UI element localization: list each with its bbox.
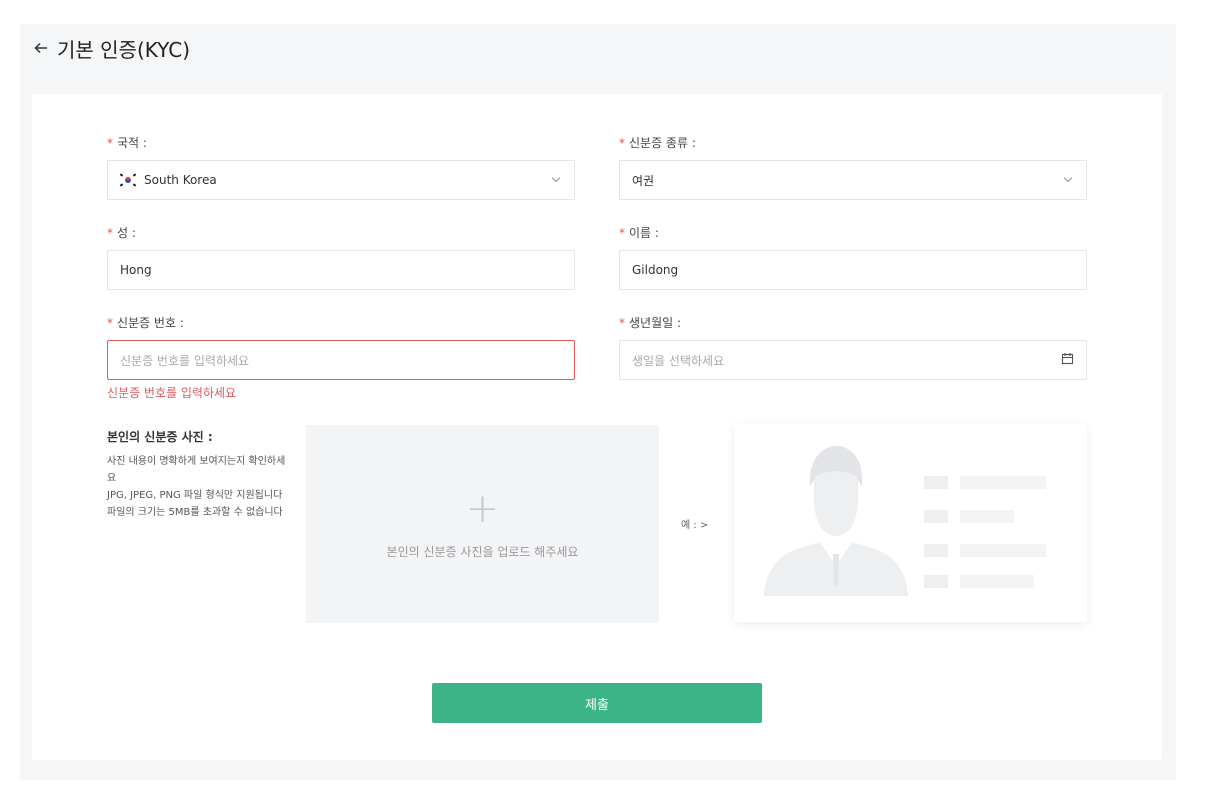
- last-name-input[interactable]: Hong: [107, 250, 575, 290]
- id-type-label-text: 신분증 종류 :: [629, 136, 696, 150]
- first-name-field: * 이름 : Gildong: [619, 224, 1087, 290]
- required-mark: *: [619, 316, 625, 330]
- example-id-card-image: [734, 424, 1087, 622]
- required-mark: *: [619, 136, 625, 150]
- upload-title: 본인의 신분증 사진 :: [107, 430, 213, 444]
- south-korea-flag-icon: [119, 173, 137, 187]
- upload-info: 본인의 신분증 사진 : 사진 내용이 명확하게 보여지는지 확인하세요 JPG…: [107, 428, 287, 521]
- nationality-field: * 국적 : South Korea: [107, 134, 575, 200]
- id-type-value: 여권: [632, 173, 655, 188]
- nationality-value: South Korea: [144, 173, 217, 187]
- back-arrow-icon[interactable]: [33, 40, 49, 56]
- example-id-illustration: [764, 446, 1046, 596]
- chevron-down-icon: [1062, 173, 1074, 188]
- upload-desc-3: 파일의 크기는 5MB를 초과할 수 없습니다: [107, 507, 283, 518]
- chevron-down-icon: [550, 173, 562, 188]
- birthdate-placeholder: 생일을 선택하세요: [632, 353, 725, 368]
- upload-desc-2: JPG, JPEG, PNG 파일 형식만 지원됩니다: [107, 490, 283, 501]
- id-type-select[interactable]: 여권: [619, 160, 1087, 200]
- id-number-placeholder: 신분증 번호를 입력하세요: [120, 353, 250, 368]
- id-number-input[interactable]: 신분증 번호를 입력하세요: [107, 340, 575, 380]
- id-number-field: * 신분증 번호 : 신분증 번호를 입력하세요 신분증 번호를 입력하세요: [107, 314, 575, 401]
- birthdate-picker[interactable]: 생일을 선택하세요: [619, 340, 1087, 380]
- nationality-label-text: 국적 :: [117, 136, 147, 150]
- first-name-label: * 이름 :: [619, 224, 1087, 242]
- nationality-label: * 국적 :: [107, 134, 575, 152]
- first-name-value: Gildong: [632, 263, 679, 277]
- calendar-icon: [1061, 352, 1074, 368]
- submit-button[interactable]: 제출: [432, 683, 762, 723]
- last-name-label-text: 성 :: [117, 226, 136, 240]
- first-name-input[interactable]: Gildong: [619, 250, 1087, 290]
- upload-hint: 본인의 신분증 사진을 업로드 해주세요: [386, 544, 579, 559]
- plus-icon: +: [465, 485, 500, 532]
- header: 기본 인증(KYC): [33, 30, 190, 66]
- required-mark: *: [107, 316, 113, 330]
- id-number-label: * 신분증 번호 :: [107, 314, 575, 332]
- last-name-label: * 성 :: [107, 224, 575, 242]
- id-number-label-text: 신분증 번호 :: [117, 316, 184, 330]
- upload-desc-1: 사진 내용이 명확하게 보여지는지 확인하세요: [107, 456, 286, 484]
- first-name-label-text: 이름 :: [629, 226, 659, 240]
- birthdate-label-text: 생년월일 :: [629, 316, 682, 330]
- required-mark: *: [107, 136, 113, 150]
- required-mark: *: [619, 226, 625, 240]
- required-mark: *: [107, 226, 113, 240]
- last-name-value: Hong: [120, 263, 152, 277]
- nationality-select[interactable]: South Korea: [107, 160, 575, 200]
- last-name-field: * 성 : Hong: [107, 224, 575, 290]
- id-photo-upload-box[interactable]: + 본인의 신분증 사진을 업로드 해주세요: [306, 425, 659, 623]
- example-label: 예 : >: [681, 520, 709, 531]
- id-type-field: * 신분증 종류 : 여권: [619, 134, 1087, 200]
- id-number-error: 신분증 번호를 입력하세요: [107, 386, 237, 400]
- page-title: 기본 인증(KYC): [57, 37, 191, 62]
- id-type-label: * 신분증 종류 :: [619, 134, 1087, 152]
- birthdate-field: * 생년월일 : 생일을 선택하세요: [619, 314, 1087, 380]
- birthdate-label: * 생년월일 :: [619, 314, 1087, 332]
